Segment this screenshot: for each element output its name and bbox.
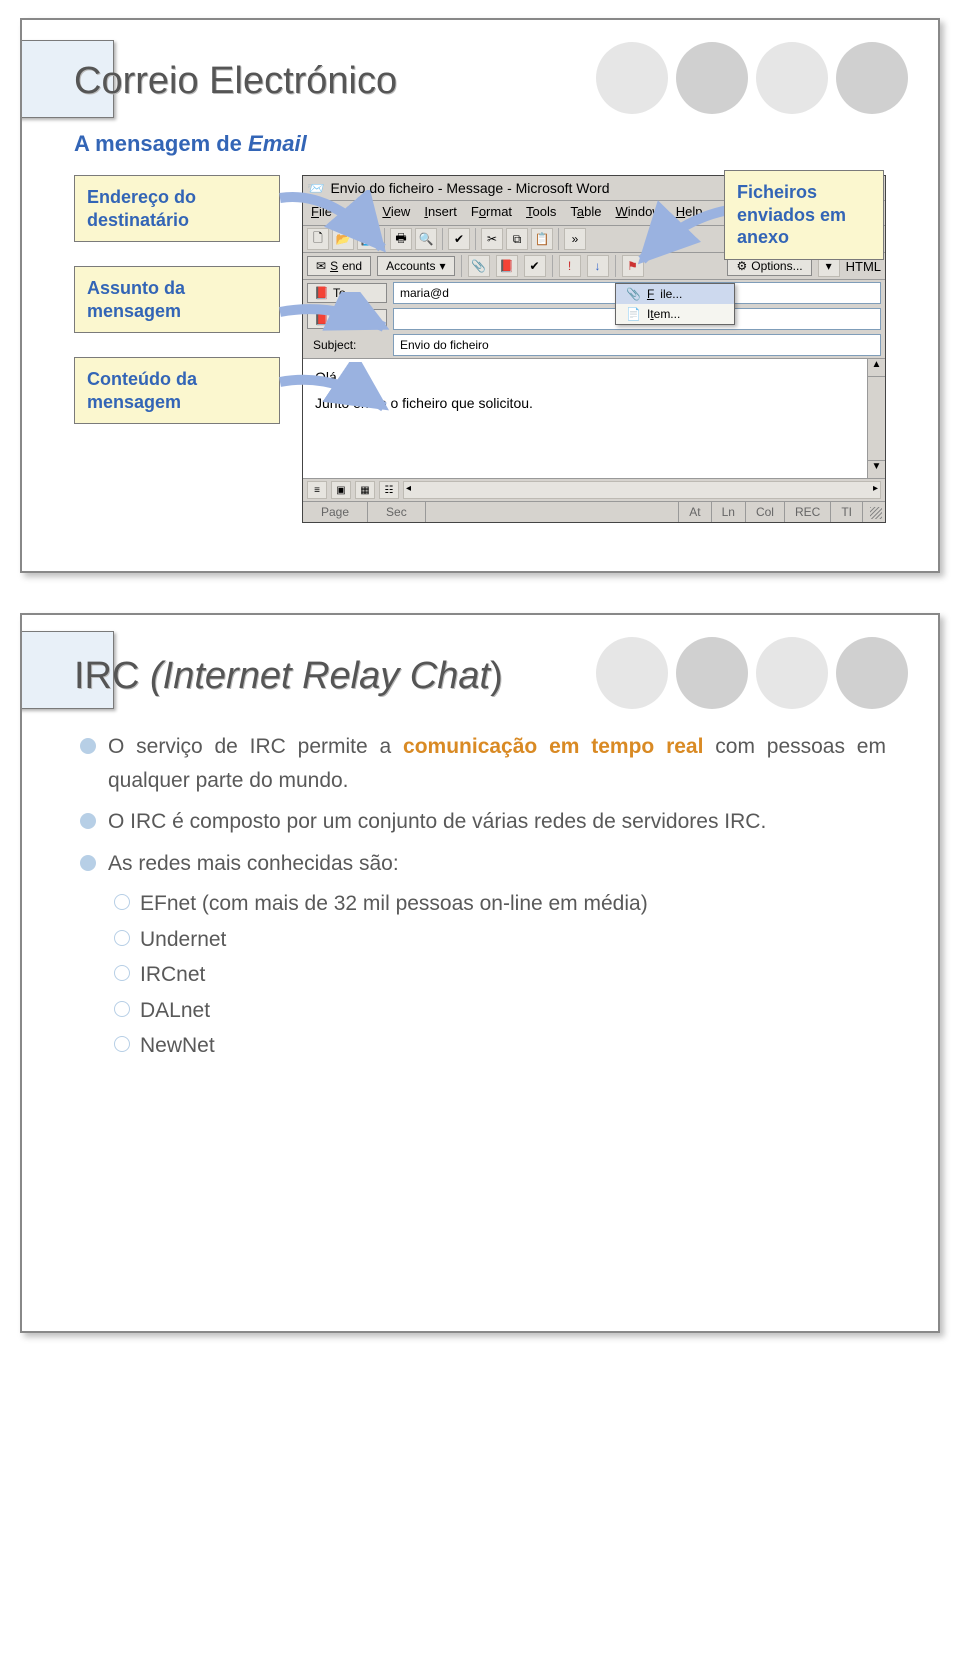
arrow-to-subject — [272, 292, 392, 352]
b1-highlight: comunicação em tempo real — [403, 735, 703, 758]
hscroll-right-icon[interactable]: ▸ — [873, 483, 878, 494]
view-web-icon[interactable]: ▣ — [331, 481, 351, 499]
subtitle-text: A mensagem de — [74, 131, 248, 156]
format-select[interactable]: HTML — [846, 259, 881, 274]
b2-text: O IRC é composto por um conjunto de vári… — [108, 810, 766, 833]
menu-table[interactable]: Table — [570, 204, 601, 222]
slide-email: Correio Electrónico A mensagem de Email … — [20, 18, 940, 573]
slide2-title: IRC (Internet Relay Chat) — [74, 655, 886, 698]
scroll-down-icon[interactable]: ▼ — [868, 460, 885, 478]
callout-body: Conteúdo da mensagem — [74, 357, 280, 424]
status-rec: REC — [785, 502, 831, 522]
sub-bullet-list: EFnet (com mais de 32 mil pessoas on-lin… — [112, 886, 886, 1064]
copy-icon[interactable]: ⧉ — [506, 228, 528, 250]
sub-newnet: NewNet — [112, 1028, 886, 1064]
attach-dropdown-menu: 📎 File... 📄 Item... — [615, 283, 735, 325]
sub-ircnet: IRCnet — [112, 957, 886, 993]
slide-title: Correio Electrónico — [74, 60, 886, 103]
preview-icon[interactable]: 🔍 — [415, 228, 437, 250]
attach-item-item[interactable]: 📄 Item... — [616, 304, 734, 324]
address-book-icon[interactable]: 📕 — [496, 255, 518, 277]
menu-insert[interactable]: Insert — [424, 204, 457, 222]
bullet-1: O serviço de IRC permite a comunicação e… — [78, 726, 886, 801]
view-switch-bar: ≡ ▣ ▦ ☷ ◂ ▸ — [303, 478, 885, 501]
menu-tools[interactable]: Tools — [526, 204, 556, 222]
title-expansion: (Internet Relay Chat — [150, 655, 490, 697]
print-icon[interactable]: 🖶 — [390, 228, 412, 250]
status-ln: Ln — [712, 502, 746, 522]
importance-high-icon[interactable]: ! — [559, 255, 581, 277]
menu-format[interactable]: Format — [471, 204, 512, 222]
attach-file-item[interactable]: 📎 File... — [616, 284, 734, 304]
spell-icon[interactable]: ✔ — [448, 228, 470, 250]
status-col: Col — [746, 502, 785, 522]
slide-irc: IRC (Internet Relay Chat) O serviço de I… — [20, 613, 940, 1333]
title-close-paren: ) — [490, 655, 503, 697]
b1-pre: O serviço de IRC permite a — [108, 735, 403, 758]
status-sec: Sec — [368, 502, 426, 522]
paste-icon[interactable]: 📋 — [531, 228, 553, 250]
callout-to: Endereço do destinatário — [74, 175, 280, 242]
cut-icon[interactable]: ✂ — [481, 228, 503, 250]
importance-low-icon[interactable]: ↓ — [587, 255, 609, 277]
slide-subtitle: A mensagem de Email — [74, 131, 886, 157]
callout-column: Endereço do destinatário Assunto da mens… — [74, 175, 280, 424]
view-outline-icon[interactable]: ☷ — [379, 481, 399, 499]
bullet-2: O IRC é composto por um conjunto de vári… — [78, 801, 886, 843]
callout-subject: Assunto da mensagem — [74, 266, 280, 333]
body-line-2: Junto envio o ficheiro que solicitou. — [315, 395, 873, 411]
b3-text: As redes mais conhecidas são: — [108, 852, 399, 875]
subject-input[interactable]: Envio do ficheiro — [393, 334, 881, 356]
vertical-scrollbar[interactable]: ▲ ▼ — [867, 359, 885, 478]
subtitle-em: Email — [248, 131, 307, 156]
attach-clip-icon[interactable]: 📎 — [468, 255, 490, 277]
scroll-up-icon[interactable]: ▲ — [868, 359, 885, 377]
status-trk: TI — [831, 502, 863, 522]
sub-undernet: Undernet — [112, 922, 886, 958]
arrow-to-body — [272, 362, 392, 432]
sub-dalnet: DALnet — [112, 993, 886, 1029]
more-icon[interactable]: » — [564, 228, 586, 250]
sub-efnet: EFnet (com mais de 32 mil pessoas on-lin… — [112, 886, 886, 922]
title-irc: IRC — [74, 655, 150, 697]
status-page: Page — [303, 502, 368, 522]
bullet-list: O serviço de IRC permite a comunicação e… — [78, 726, 886, 1068]
body-line-1: Olá, — [315, 369, 873, 385]
resize-grip-icon[interactable] — [863, 502, 885, 522]
status-at: At — [679, 502, 711, 522]
view-normal-icon[interactable]: ≡ — [307, 481, 327, 499]
callout-attach: Ficheiros enviados em anexo — [724, 170, 884, 260]
hscroll-left-icon[interactable]: ◂ — [406, 483, 411, 494]
view-print-icon[interactable]: ▦ — [355, 481, 375, 499]
bullet-3: As redes mais conhecidas são: EFnet (com… — [78, 843, 886, 1068]
check-names-icon[interactable]: ✔ — [524, 255, 546, 277]
status-bar: Page Sec At Ln Col REC TI — [303, 501, 885, 522]
